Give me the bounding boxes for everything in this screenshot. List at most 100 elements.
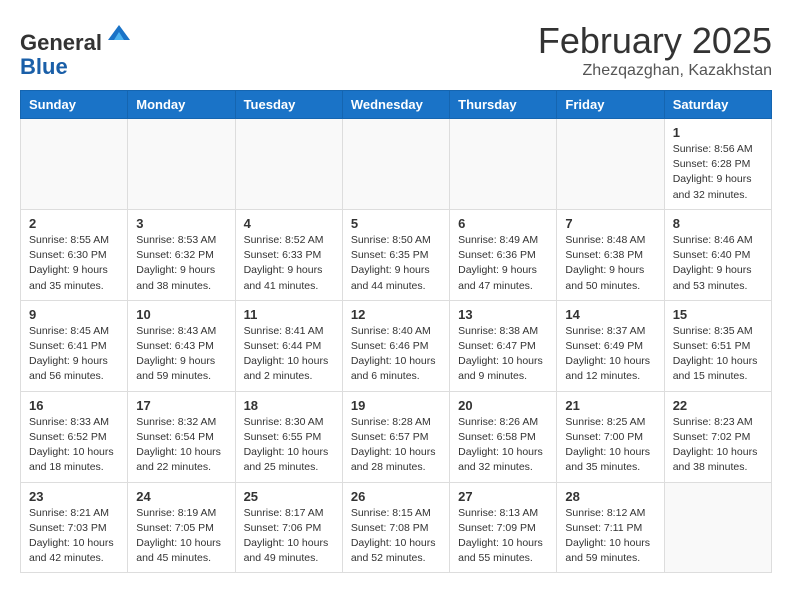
day-info: Sunrise: 8:49 AM Sunset: 6:36 PM Dayligh… <box>458 233 548 294</box>
day-number: 8 <box>673 216 763 231</box>
day-number: 21 <box>565 398 655 413</box>
day-info: Sunrise: 8:52 AM Sunset: 6:33 PM Dayligh… <box>244 233 334 294</box>
calendar-cell: 27Sunrise: 8:13 AM Sunset: 7:09 PM Dayli… <box>450 482 557 573</box>
month-title: February 2025 <box>538 20 772 62</box>
day-number: 19 <box>351 398 441 413</box>
calendar-cell: 25 Sunrise: 8:17 AM Sunset: 7:06 PM Dayli… <box>235 482 342 573</box>
week-row-2: 2 Sunrise: 8:55 AM Sunset: 6:30 PM Daylig… <box>21 209 772 300</box>
calendar-cell: 12 Sunrise: 8:40 AM Sunset: 6:46 PM Dayli… <box>342 300 449 391</box>
day-info: Sunrise: 8:21 AM Sunset: 7:03 PM Dayligh… <box>29 506 119 567</box>
logo: General Blue <box>20 20 134 79</box>
calendar-table: SundayMondayTuesdayWednesdayThursdayFrid… <box>20 90 772 573</box>
day-number: 20 <box>458 398 548 413</box>
day-number: 11 <box>244 307 334 322</box>
day-info: Sunrise: 8:28 AM Sunset: 6:57 PM Dayligh… <box>351 415 441 476</box>
day-number: 18 <box>244 398 334 413</box>
day-number: 27 <box>458 489 548 504</box>
calendar-cell: 3Sunrise: 8:53 AM Sunset: 6:32 PM Daylig… <box>128 209 235 300</box>
week-row-5: 23 Sunrise: 8:21 AM Sunset: 7:03 PM Dayli… <box>21 482 772 573</box>
calendar-cell: 16Sunrise: 8:33 AM Sunset: 6:52 PM Dayli… <box>21 391 128 482</box>
calendar-cell: 14 Sunrise: 8:37 AM Sunset: 6:49 PM Dayli… <box>557 300 664 391</box>
weekday-header-row: SundayMondayTuesdayWednesdayThursdayFrid… <box>21 91 772 119</box>
day-number: 26 <box>351 489 441 504</box>
day-number: 17 <box>136 398 226 413</box>
calendar-cell: 4 Sunrise: 8:52 AM Sunset: 6:33 PM Daylig… <box>235 209 342 300</box>
day-number: 5 <box>351 216 441 231</box>
weekday-header-tuesday: Tuesday <box>235 91 342 119</box>
day-number: 24 <box>136 489 226 504</box>
day-info: Sunrise: 8:26 AM Sunset: 6:58 PM Dayligh… <box>458 415 548 476</box>
day-info: Sunrise: 8:45 AM Sunset: 6:41 PM Dayligh… <box>29 324 119 385</box>
day-info: Sunrise: 8:41 AM Sunset: 6:44 PM Dayligh… <box>244 324 334 385</box>
logo-blue: Blue <box>20 54 68 79</box>
day-info: Sunrise: 8:37 AM Sunset: 6:49 PM Dayligh… <box>565 324 655 385</box>
calendar-cell <box>450 119 557 210</box>
day-number: 28 <box>565 489 655 504</box>
calendar-cell: 20 Sunrise: 8:26 AM Sunset: 6:58 PM Dayli… <box>450 391 557 482</box>
day-info: Sunrise: 8:43 AM Sunset: 6:43 PM Dayligh… <box>136 324 226 385</box>
day-number: 13 <box>458 307 548 322</box>
calendar-cell: 2 Sunrise: 8:55 AM Sunset: 6:30 PM Daylig… <box>21 209 128 300</box>
calendar-cell: 22Sunrise: 8:23 AM Sunset: 7:02 PM Dayli… <box>664 391 771 482</box>
calendar-cell: 18 Sunrise: 8:30 AM Sunset: 6:55 PM Dayli… <box>235 391 342 482</box>
day-info: Sunrise: 8:53 AM Sunset: 6:32 PM Dayligh… <box>136 233 226 294</box>
day-info: Sunrise: 8:55 AM Sunset: 6:30 PM Dayligh… <box>29 233 119 294</box>
day-info: Sunrise: 8:17 AM Sunset: 7:06 PM Dayligh… <box>244 506 334 567</box>
day-number: 7 <box>565 216 655 231</box>
calendar-cell: 26 Sunrise: 8:15 AM Sunset: 7:08 PM Dayli… <box>342 482 449 573</box>
day-info: Sunrise: 8:40 AM Sunset: 6:46 PM Dayligh… <box>351 324 441 385</box>
calendar-cell: 8 Sunrise: 8:46 AM Sunset: 6:40 PM Daylig… <box>664 209 771 300</box>
calendar-cell: 13 Sunrise: 8:38 AM Sunset: 6:47 PM Dayli… <box>450 300 557 391</box>
day-info: Sunrise: 8:32 AM Sunset: 6:54 PM Dayligh… <box>136 415 226 476</box>
week-row-3: 9Sunrise: 8:45 AM Sunset: 6:41 PM Daylig… <box>21 300 772 391</box>
day-info: Sunrise: 8:46 AM Sunset: 6:40 PM Dayligh… <box>673 233 763 294</box>
calendar-cell: 17 Sunrise: 8:32 AM Sunset: 6:54 PM Dayli… <box>128 391 235 482</box>
calendar-cell: 24 Sunrise: 8:19 AM Sunset: 7:05 PM Dayli… <box>128 482 235 573</box>
weekday-header-friday: Friday <box>557 91 664 119</box>
day-info: Sunrise: 8:12 AM Sunset: 7:11 PM Dayligh… <box>565 506 655 567</box>
calendar-cell: 19 Sunrise: 8:28 AM Sunset: 6:57 PM Dayli… <box>342 391 449 482</box>
logo-icon <box>104 20 134 50</box>
calendar-cell: 9Sunrise: 8:45 AM Sunset: 6:41 PM Daylig… <box>21 300 128 391</box>
calendar-cell: 6 Sunrise: 8:49 AM Sunset: 6:36 PM Daylig… <box>450 209 557 300</box>
day-info: Sunrise: 8:19 AM Sunset: 7:05 PM Dayligh… <box>136 506 226 567</box>
day-info: Sunrise: 8:56 AM Sunset: 6:28 PM Dayligh… <box>673 142 763 203</box>
day-number: 14 <box>565 307 655 322</box>
calendar-cell <box>664 482 771 573</box>
calendar-cell: 28 Sunrise: 8:12 AM Sunset: 7:11 PM Dayli… <box>557 482 664 573</box>
calendar-cell <box>557 119 664 210</box>
day-number: 1 <box>673 125 763 140</box>
calendar-cell <box>342 119 449 210</box>
weekday-header-wednesday: Wednesday <box>342 91 449 119</box>
weekday-header-sunday: Sunday <box>21 91 128 119</box>
calendar-cell: 10 Sunrise: 8:43 AM Sunset: 6:43 PM Dayli… <box>128 300 235 391</box>
day-number: 16 <box>29 398 119 413</box>
day-number: 10 <box>136 307 226 322</box>
day-number: 6 <box>458 216 548 231</box>
day-info: Sunrise: 8:23 AM Sunset: 7:02 PM Dayligh… <box>673 415 763 476</box>
week-row-1: 1 Sunrise: 8:56 AM Sunset: 6:28 PM Daylig… <box>21 119 772 210</box>
day-number: 4 <box>244 216 334 231</box>
day-info: Sunrise: 8:30 AM Sunset: 6:55 PM Dayligh… <box>244 415 334 476</box>
calendar-cell: 23 Sunrise: 8:21 AM Sunset: 7:03 PM Dayli… <box>21 482 128 573</box>
day-info: Sunrise: 8:38 AM Sunset: 6:47 PM Dayligh… <box>458 324 548 385</box>
day-number: 25 <box>244 489 334 504</box>
day-info: Sunrise: 8:50 AM Sunset: 6:35 PM Dayligh… <box>351 233 441 294</box>
calendar-cell: 21 Sunrise: 8:25 AM Sunset: 7:00 PM Dayli… <box>557 391 664 482</box>
day-info: Sunrise: 8:35 AM Sunset: 6:51 PM Dayligh… <box>673 324 763 385</box>
page-header: General Blue February 2025 Zhezqazghan, … <box>20 20 772 80</box>
weekday-header-saturday: Saturday <box>664 91 771 119</box>
calendar-cell <box>235 119 342 210</box>
calendar-cell: 15 Sunrise: 8:35 AM Sunset: 6:51 PM Dayli… <box>664 300 771 391</box>
day-number: 12 <box>351 307 441 322</box>
day-number: 15 <box>673 307 763 322</box>
day-info: Sunrise: 8:48 AM Sunset: 6:38 PM Dayligh… <box>565 233 655 294</box>
day-info: Sunrise: 8:25 AM Sunset: 7:00 PM Dayligh… <box>565 415 655 476</box>
day-info: Sunrise: 8:15 AM Sunset: 7:08 PM Dayligh… <box>351 506 441 567</box>
calendar-cell <box>128 119 235 210</box>
calendar-cell: 11 Sunrise: 8:41 AM Sunset: 6:44 PM Dayli… <box>235 300 342 391</box>
title-block: February 2025 Zhezqazghan, Kazakhstan <box>538 20 772 80</box>
logo-general: General <box>20 30 102 55</box>
day-number: 23 <box>29 489 119 504</box>
day-number: 2 <box>29 216 119 231</box>
